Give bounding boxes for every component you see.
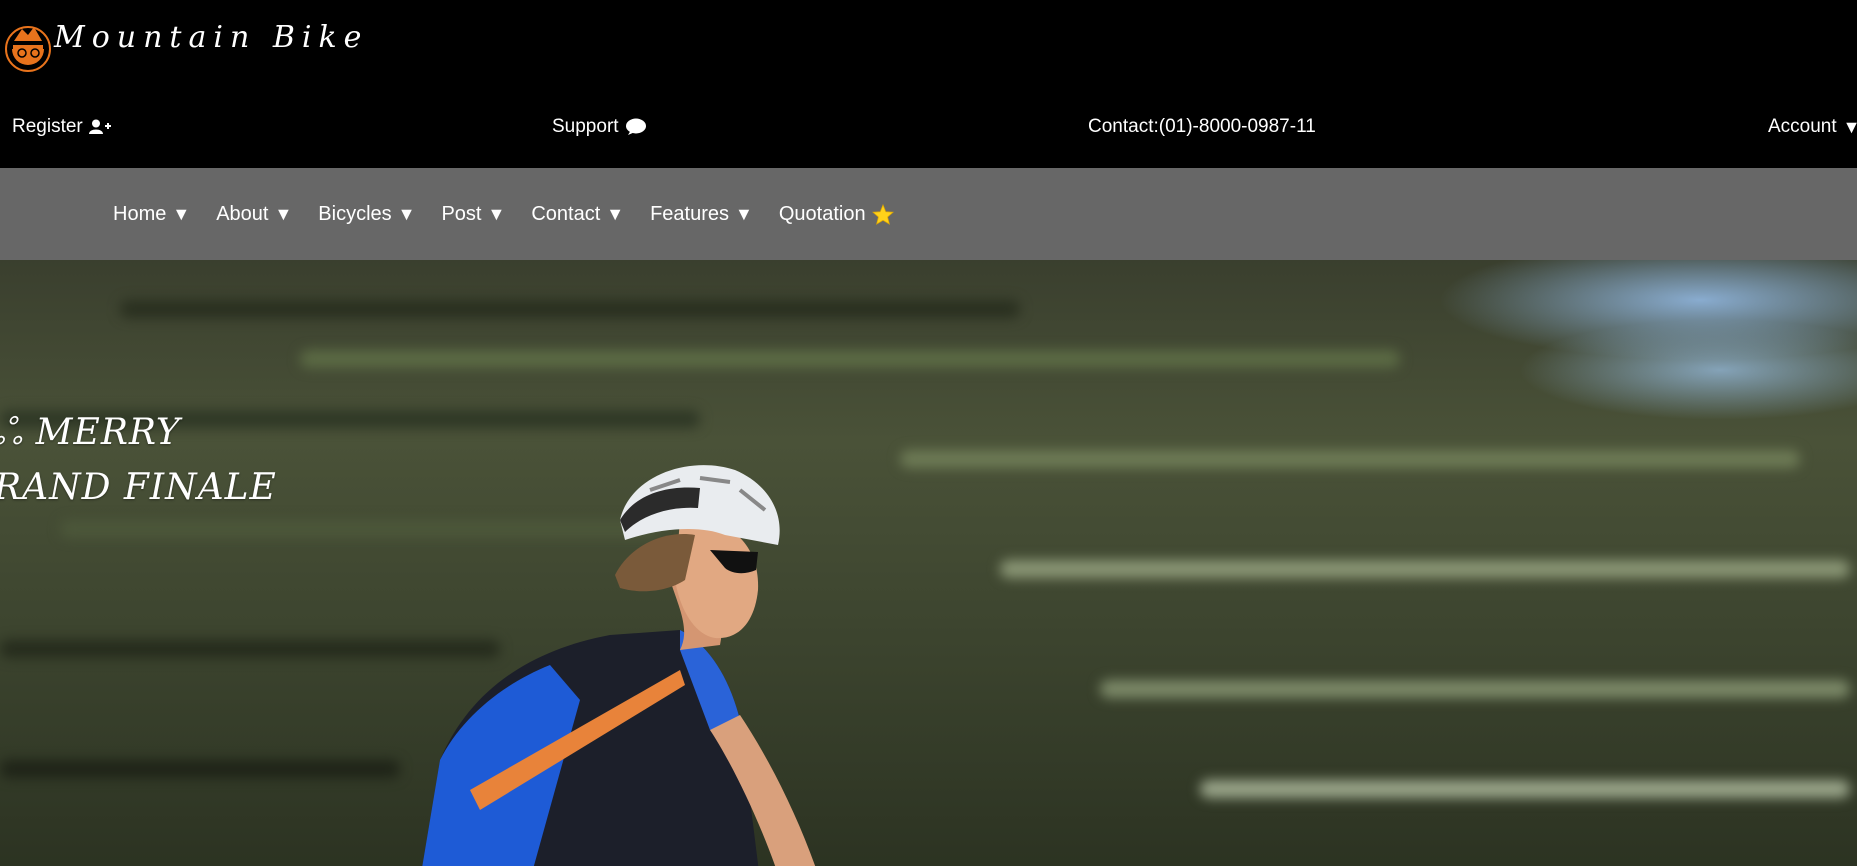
nav-item-post[interactable]: Post ▼ [441,203,505,226]
background-streak [1100,680,1850,698]
chevron-down-icon: ▼ [172,203,191,224]
main-nav: Home ▼ About ▼ Bicycles ▼ Post ▼ Contact… [0,168,1857,260]
register-label: Register [12,116,83,137]
background-streak [0,760,400,778]
star-icon [871,203,894,225]
nav-item-about[interactable]: About ▼ [216,203,292,226]
background-streak [120,300,1020,318]
background-streak [300,350,1400,368]
hero-headline-line-1: ஃ MERRY [0,412,181,453]
brand-bar: Mountain Bike [0,0,1857,96]
contact-label: Contact:(01)-8000-0987-11 [1088,116,1316,137]
support-link[interactable]: Support [552,114,647,140]
support-label: Support [552,116,619,137]
nav-item-label: Quotation [778,202,866,225]
cyclist-photo [380,460,940,866]
nav-item-label: About [216,202,269,225]
brand-name[interactable]: Mountain Bike [54,20,368,55]
chevron-down-icon: ▼ [487,203,506,224]
register-link[interactable]: Register [12,114,111,140]
nav-item-label: Bicycles [318,202,392,225]
account-label: Account [1768,116,1837,137]
chat-bubble-icon [625,118,647,136]
chevron-down-icon: ▼ [397,203,416,224]
nav-list: Home ▼ About ▼ Bicycles ▼ Post ▼ Contact… [113,168,920,260]
chevron-down-icon: ▼ [1842,116,1857,137]
utility-bar: Register Support Contact:(01)-8000-0987-… [0,96,1857,168]
background-streak [1200,780,1850,798]
nav-item-contact[interactable]: Contact ▼ [531,203,624,226]
nav-item-features[interactable]: Features ▼ [650,203,753,226]
chevron-down-icon: ▼ [274,203,293,224]
background-streak [1000,560,1850,578]
bike-badge-icon[interactable] [4,19,53,75]
hero-banner: ஃ MERRY RAND FINALE [0,260,1857,866]
background-streak [900,450,1800,468]
hero-headline-line-2: RAND FINALE [0,467,277,508]
nav-item-home[interactable]: Home ▼ [113,203,190,226]
nav-item-label: Features [650,202,730,225]
nav-item-bicycles[interactable]: Bicycles ▼ [318,203,415,226]
nav-item-label: Home [113,202,167,225]
user-plus-icon [88,119,111,135]
nav-item-label: Contact [531,202,601,225]
nav-item-quotation[interactable]: Quotation [779,203,894,226]
account-menu[interactable]: Account ▼ [1768,114,1857,140]
contact-info: Contact:(01)-8000-0987-11 [1088,114,1316,140]
chevron-down-icon: ▼ [606,203,625,224]
nav-item-label: Post [441,202,482,225]
chevron-down-icon: ▼ [735,203,753,224]
